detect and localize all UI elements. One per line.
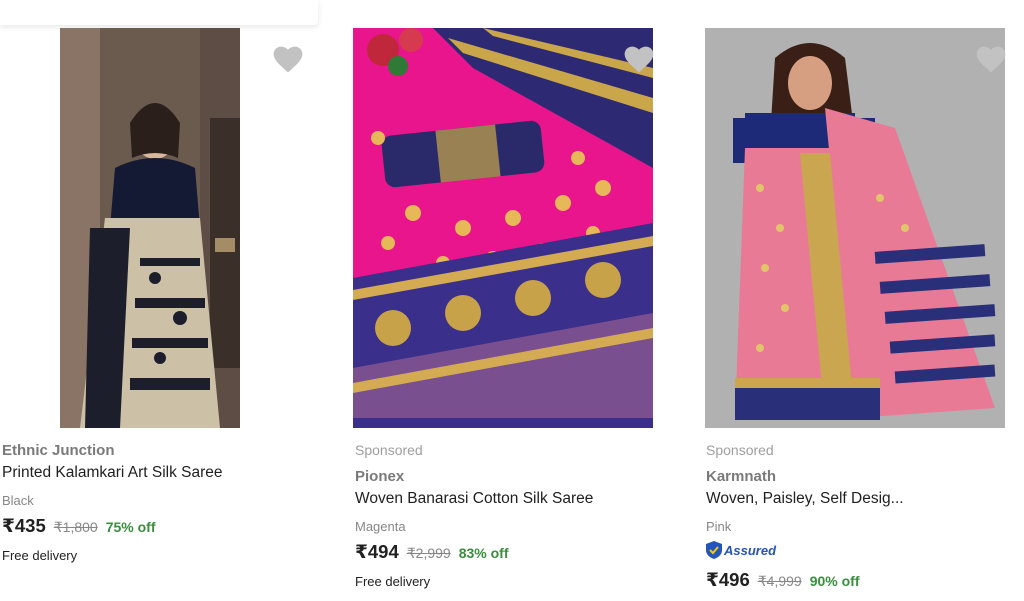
product-color: Pink [706, 519, 732, 534]
sponsored-label: Sponsored [706, 442, 774, 458]
product-mrp: ₹2,999 [406, 545, 451, 561]
product-title[interactable]: Woven Banarasi Cotton Silk Saree [355, 490, 593, 508]
wishlist-heart-icon[interactable] [624, 46, 654, 74]
product-brand: Pionex [355, 468, 405, 485]
assured-label: Assured [724, 542, 777, 558]
product-mrp: ₹1,800 [53, 519, 98, 535]
product-price: ₹496 [706, 569, 750, 590]
discount-label: 83% off [458, 545, 509, 561]
delivery-info: Free delivery [2, 548, 78, 563]
product-price: ₹435 [2, 515, 46, 536]
overlay-panel [0, 0, 318, 25]
assured-badge: Assured [706, 541, 776, 559]
price-row: ₹435 ₹1,800 75% off [2, 515, 156, 537]
product-color: Black [2, 493, 34, 508]
sponsored-label: Sponsored [355, 442, 423, 458]
discount-label: 90% off [809, 573, 860, 589]
product-image[interactable] [705, 28, 1005, 428]
price-row: ₹494 ₹2,999 83% off [355, 541, 509, 563]
wishlist-heart-icon[interactable] [976, 46, 1006, 74]
discount-label: 75% off [105, 519, 156, 535]
product-image[interactable] [353, 28, 653, 428]
wishlist-heart-icon[interactable] [273, 46, 303, 74]
product-title[interactable]: Printed Kalamkari Art Silk Saree [2, 464, 223, 482]
price-row: ₹496 ₹4,999 90% off [706, 569, 860, 591]
product-brand: Karmnath [706, 468, 777, 485]
product-brand: Ethnic Junction [2, 442, 115, 459]
delivery-info: Free delivery [355, 574, 431, 589]
product-price: ₹494 [355, 541, 399, 562]
product-image[interactable] [60, 28, 240, 428]
product-mrp: ₹4,999 [757, 573, 802, 589]
assured-shield-icon [706, 541, 722, 559]
product-color: Magenta [355, 519, 406, 534]
product-title[interactable]: Woven, Paisley, Self Desig... [706, 490, 904, 508]
